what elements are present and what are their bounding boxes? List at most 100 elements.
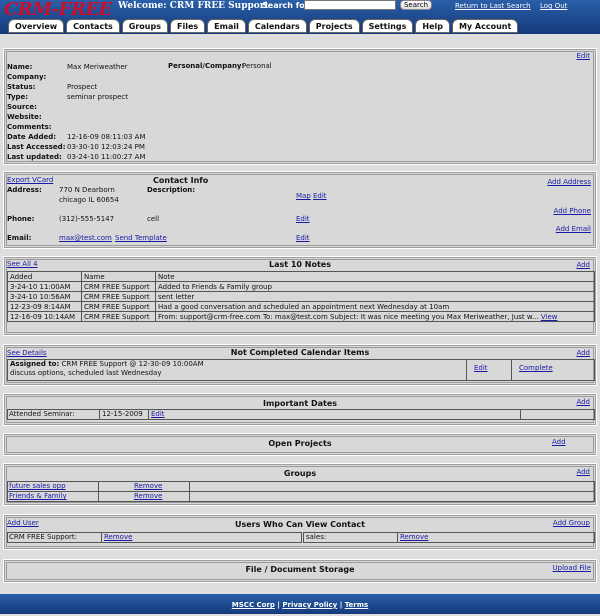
calendar-title: Not Completed Calendar Items [230, 348, 370, 357]
email-value-link[interactable]: max@test.com [59, 234, 112, 242]
add-email-link[interactable]: Add Email [556, 225, 591, 233]
return-to-last-search-link[interactable]: Return to Last Search [455, 2, 531, 10]
notes-title: Last 10 Notes [269, 260, 331, 269]
viewer-user-name: CRM FREE Support: [9, 533, 78, 541]
tab-files[interactable]: Files [170, 19, 206, 33]
header-note: Note [155, 271, 595, 282]
address-label: Address: [7, 186, 42, 194]
contact-info-title: Contact Info [153, 176, 209, 185]
important-dates-panel: Important Dates Add Attended Seminar: 12… [3, 393, 597, 426]
welcome-text: Welcome: CRM FREE Support [118, 1, 269, 11]
remove-viewer-group-button[interactable]: Remove [400, 533, 428, 541]
privacy-policy-link[interactable]: Privacy Policy [282, 601, 337, 609]
open-projects-title: Open Projects [268, 439, 332, 448]
attended-seminar-value: 12-15-2009 [102, 410, 143, 418]
assigned-value: CRM FREE Support @ 12-30-09 10:00AM [61, 360, 204, 368]
add-note-link[interactable]: Add [576, 261, 590, 269]
search-button[interactable]: Search [400, 0, 432, 10]
label-type: Type: [7, 93, 29, 101]
export-vcard-link[interactable]: Export VCard [7, 176, 53, 184]
add-important-date-link[interactable]: Add [576, 398, 590, 406]
add-group-membership-link[interactable]: Add [576, 468, 590, 476]
phone-label: Phone: [7, 215, 35, 223]
remove-group-button[interactable]: Remove [134, 492, 162, 500]
viewer-group-name: sales: [306, 533, 327, 541]
label-name: Name: [7, 63, 33, 71]
add-address-link[interactable]: Add Address [547, 178, 591, 186]
value-last-updated: 03-24-10 11:00:27 AM [67, 153, 146, 161]
log-out-link[interactable]: Log Out [540, 2, 567, 10]
main-tabs: Overview Contacts Groups Files Email Cal… [8, 18, 519, 34]
details-edit-link[interactable]: Edit [576, 52, 590, 60]
details-labels: Name: Company: Status: Type: Source: Web… [7, 62, 66, 162]
table-row: 3-24-10 10:56AM CRM FREE Support sent le… [7, 291, 595, 302]
table-row: 12-16-09 10:14AM CRM FREE Support From: … [7, 311, 595, 322]
calendar-complete-link[interactable]: Complete [519, 364, 553, 372]
tab-email[interactable]: Email [207, 19, 246, 33]
terms-link[interactable]: Terms [345, 601, 369, 609]
important-dates-title: Important Dates [262, 399, 338, 408]
contact-info-panel: Export VCard Contact Info Add Address Ad… [3, 171, 597, 249]
remove-group-button[interactable]: Remove [134, 482, 162, 490]
value-website [67, 112, 146, 122]
notes-table: Added Name Note 3-24-10 11:00AM CRM FREE… [7, 271, 595, 322]
table-row: 12-23-09 8:14AM CRM FREE Support Had a g… [7, 301, 595, 312]
value-name: Max Meriweather [67, 63, 128, 71]
send-template-link[interactable]: Send Template [115, 234, 167, 242]
label-last-updated: Last updated: [7, 153, 62, 161]
tab-contacts[interactable]: Contacts [66, 19, 120, 33]
details-values: Max Meriweather Prospect seminar prospec… [67, 62, 146, 162]
header-name: Name [81, 271, 156, 282]
tab-groups[interactable]: Groups [121, 19, 168, 33]
tab-overview[interactable]: Overview [8, 19, 65, 33]
view-note-link[interactable]: View [541, 313, 558, 321]
upload-file-link[interactable]: Upload File [553, 564, 591, 572]
description-label: Description: [147, 186, 196, 194]
label-website: Website: [7, 113, 42, 121]
footer: MSCC Corp | Privacy Policy | Terms [0, 594, 600, 614]
tab-help[interactable]: Help [415, 19, 450, 33]
add-project-link[interactable]: Add [552, 438, 566, 446]
value-company [67, 72, 146, 82]
assigned-label: Assigned to: [10, 360, 60, 368]
footer-separator: | [277, 601, 280, 609]
viewers-panel: Add User Users Who Can View Contact Add … [3, 514, 597, 550]
label-company: Company: [7, 73, 47, 81]
phone-description: cell [147, 215, 160, 223]
label-source: Source: [7, 103, 37, 111]
phone-edit-link[interactable]: Edit [296, 215, 310, 223]
tab-my-account[interactable]: My Account [451, 19, 519, 33]
address-edit-link[interactable]: Edit [313, 192, 327, 200]
tab-calendars[interactable]: Calendars [247, 19, 307, 33]
personal-company-value: Personal [242, 62, 272, 70]
phone-value: (312)-555-5147 [59, 215, 115, 223]
map-link[interactable]: Map [296, 192, 311, 200]
value-last-accessed: 03-30-10 12:03:24 PM [67, 143, 145, 151]
groups-panel: Groups Add future sales opp Remove Frien… [3, 463, 597, 506]
label-comments: Comments: [7, 123, 52, 131]
group-friends-family-link[interactable]: Friends & Family [9, 492, 67, 500]
tab-projects[interactable]: Projects [308, 19, 360, 33]
calendar-item-description: discuss options, scheduled last Wednesda… [10, 369, 162, 377]
add-group-link[interactable]: Add Group [553, 519, 590, 527]
address-line-1: 770 N Dearborn [59, 186, 115, 194]
group-future-sales-opp-link[interactable]: future sales opp [9, 482, 66, 490]
table-row: 3-24-10 11:00AM CRM FREE Support Added t… [7, 281, 595, 292]
tab-settings[interactable]: Settings [361, 19, 414, 33]
value-status: Prospect [67, 83, 98, 91]
search-input[interactable] [304, 0, 396, 10]
remove-user-button[interactable]: Remove [104, 533, 132, 541]
mscc-corp-link[interactable]: MSCC Corp [232, 601, 275, 609]
crm-free-logo[interactable]: CRM-FREE [4, 0, 112, 20]
file-storage-title: File / Document Storage [245, 565, 355, 574]
email-edit-link[interactable]: Edit [296, 234, 310, 242]
add-phone-link[interactable]: Add Phone [554, 207, 591, 215]
calendar-edit-link[interactable]: Edit [474, 364, 488, 372]
add-calendar-item-link[interactable]: Add [576, 349, 590, 357]
email-label: Email: [7, 234, 32, 242]
viewers-title: Users Who Can View Contact [235, 520, 365, 529]
value-source [67, 102, 146, 112]
note-text: From: support@crm-free.com To: max@test.… [158, 312, 539, 321]
important-date-edit-link[interactable]: Edit [151, 410, 165, 418]
label-status: Status: [7, 83, 36, 91]
